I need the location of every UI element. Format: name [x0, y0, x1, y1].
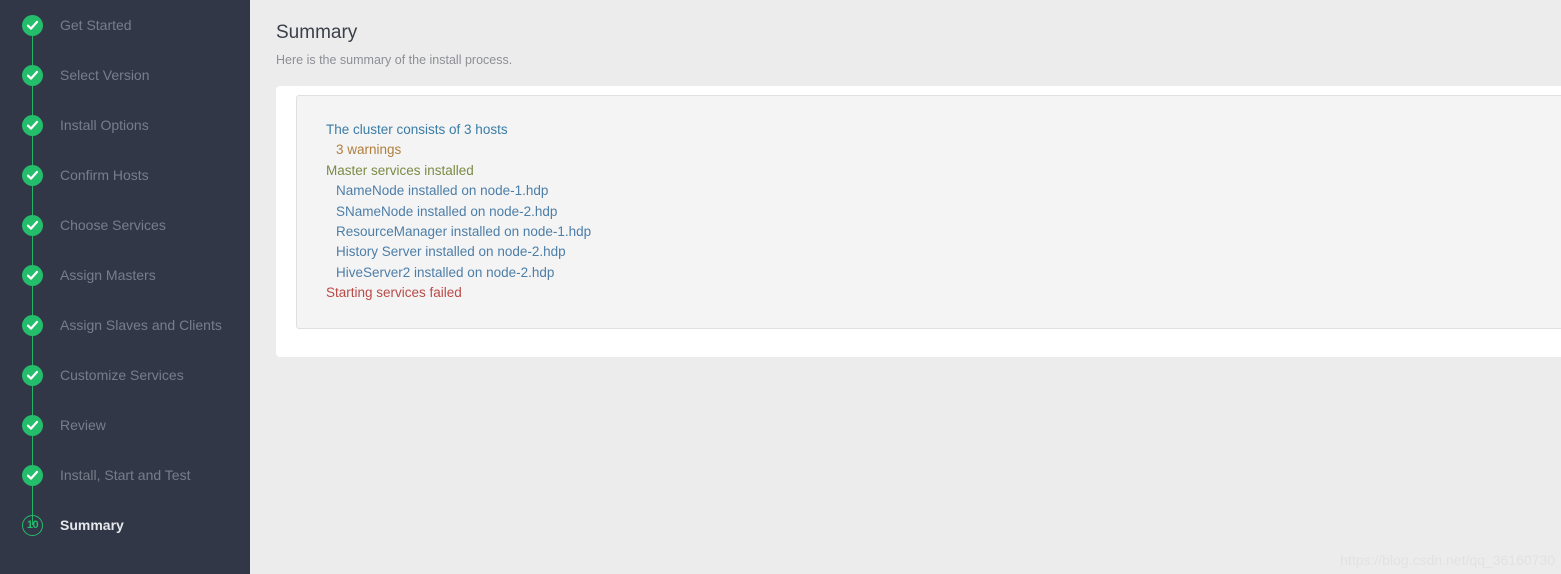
- sidebar-item-label: Select Version: [60, 67, 150, 83]
- sidebar-item-label: Assign Masters: [60, 267, 156, 283]
- check-icon: [22, 114, 43, 136]
- sidebar-item-label: Customize Services: [60, 367, 184, 383]
- check-icon: [22, 64, 43, 86]
- check-icon: [22, 464, 43, 486]
- summary-item-list: The cluster consists of 3 hosts 3 warning…: [297, 96, 1561, 304]
- sidebar-item-choose-services[interactable]: Choose Services: [0, 200, 250, 275]
- summary-item: Master services installed: [326, 162, 474, 178]
- summary-item[interactable]: NameNode installed on node-1.hdp: [326, 181, 1561, 201]
- check-icon: [22, 264, 43, 286]
- sidebar-item-summary[interactable]: 10 Summary: [0, 500, 250, 550]
- page-subtitle: Here is the summary of the install proce…: [276, 53, 513, 67]
- summary-item: The cluster consists of 3 hosts: [326, 122, 508, 137]
- sidebar-item-get-started[interactable]: Get Started: [0, 0, 250, 75]
- check-icon: [22, 364, 43, 386]
- check-icon: [22, 314, 43, 336]
- summary-item[interactable]: HiveServer2 installed on node-2.hdp: [326, 263, 1561, 283]
- sidebar-item-assign-slaves-and-clients[interactable]: Assign Slaves and Clients: [0, 300, 250, 375]
- sidebar-item-review[interactable]: Review: [0, 400, 250, 475]
- sidebar-item-label: Install, Start and Test: [60, 467, 191, 483]
- check-icon: [22, 214, 43, 236]
- check-icon: [22, 414, 43, 436]
- sidebar-item-label: Confirm Hosts: [60, 167, 149, 183]
- sidebar-item-install-start-and-test[interactable]: Install, Start and Test: [0, 450, 250, 525]
- sidebar-item-label: Summary: [60, 517, 124, 533]
- sidebar-item-label: Assign Slaves and Clients: [60, 317, 222, 333]
- summary-item: Starting services failed: [326, 285, 462, 301]
- wizard-step-list: Get Started Select Version Install Options…: [0, 0, 250, 550]
- step-number-badge: 10: [22, 514, 43, 536]
- install-wizard-page: Get Started Select Version Install Options…: [0, 0, 1561, 574]
- sidebar-item-select-version[interactable]: Select Version: [0, 50, 250, 125]
- summary-item[interactable]: ResourceManager installed on node-1.hdp: [326, 222, 1561, 242]
- main-content: Summary Here is the summary of the insta…: [250, 0, 1561, 574]
- sidebar-item-label: Review: [60, 417, 106, 433]
- wizard-sidebar: Get Started Select Version Install Options…: [0, 0, 250, 574]
- page-title: Summary: [276, 22, 358, 43]
- check-icon: [22, 164, 43, 186]
- sidebar-item-label: Install Options: [60, 117, 149, 133]
- summary-panel: The cluster consists of 3 hosts 3 warning…: [296, 95, 1561, 329]
- sidebar-item-label: Choose Services: [60, 217, 166, 233]
- summary-item[interactable]: History Server installed on node-2.hdp: [326, 242, 1561, 262]
- sidebar-item-assign-masters[interactable]: Assign Masters: [0, 250, 250, 325]
- check-icon: [22, 14, 43, 36]
- sidebar-item-install-options[interactable]: Install Options: [0, 100, 250, 175]
- summary-item[interactable]: SNameNode installed on node-2.hdp: [326, 202, 1561, 222]
- sidebar-item-confirm-hosts[interactable]: Confirm Hosts: [0, 150, 250, 225]
- summary-item[interactable]: 3 warnings: [326, 140, 1561, 160]
- sidebar-item-label: Get Started: [60, 17, 132, 33]
- watermark: https://blog.csdn.net/qq_36160730: [1340, 552, 1555, 568]
- summary-card: The cluster consists of 3 hosts 3 warning…: [276, 86, 1561, 357]
- sidebar-item-customize-services[interactable]: Customize Services: [0, 350, 250, 425]
